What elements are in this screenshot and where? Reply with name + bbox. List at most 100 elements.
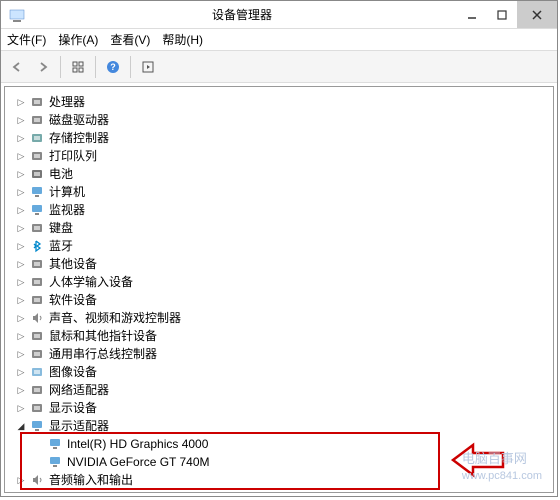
expand-icon[interactable]: ▷ (15, 240, 27, 252)
node-label: 磁盘驱动器 (49, 111, 109, 129)
help-button[interactable]: ? (101, 55, 125, 79)
expand-icon[interactable]: ▷ (15, 402, 27, 414)
node-label: 声音、视频和游戏控制器 (49, 309, 181, 327)
tree-content[interactable]: ▷处理器▷磁盘驱动器▷存储控制器▷打印队列▷电池▷计算机▷监视器▷键盘▷蓝牙▷其… (4, 86, 554, 493)
expand-icon[interactable]: ▷ (15, 330, 27, 342)
software-icon (29, 292, 45, 308)
tree-node[interactable]: ▷ 软件设备 (15, 291, 553, 309)
node-label: 其他设备 (49, 255, 97, 273)
node-label: 鼠标和其他指针设备 (49, 327, 157, 345)
title-bar: 设备管理器 (1, 1, 557, 29)
node-label: 图像设备 (49, 363, 97, 381)
view-button[interactable] (66, 55, 90, 79)
tree-node[interactable]: ▷ 键盘 (15, 219, 553, 237)
tree-node[interactable]: ▷ 计算机 (15, 183, 553, 201)
menu-help[interactable]: 帮助(H) (162, 31, 203, 48)
tree-node[interactable]: NVIDIA GeForce GT 740M (33, 453, 553, 471)
tree-node[interactable]: Intel(R) HD Graphics 4000 (33, 435, 553, 453)
printer-icon (29, 148, 45, 164)
keyboard-icon (29, 220, 45, 236)
node-label: 打印队列 (49, 147, 97, 165)
tree-node[interactable]: ▷ 存储控制器 (15, 129, 553, 147)
expand-icon[interactable]: ▷ (15, 348, 27, 360)
node-label: 计算机 (49, 183, 85, 201)
expand-icon[interactable]: ▷ (15, 204, 27, 216)
display-icon (47, 454, 63, 470)
forward-button[interactable] (31, 55, 55, 79)
tree-node[interactable]: ▷通用串行总线控制器 (15, 345, 553, 363)
audio-icon (29, 472, 45, 488)
window: 设备管理器 文件(F) 操作(A) 查看(V) 帮助(H) ? ▷处理器▷磁盘驱… (0, 0, 558, 497)
expand-icon (33, 456, 45, 468)
tree-node[interactable]: ▷ 鼠标和其他指针设备 (15, 327, 553, 345)
node-label: 音频输入和输出 (49, 471, 133, 489)
tree-node[interactable]: ▷ 其他设备 (15, 255, 553, 273)
expand-icon[interactable]: ▷ (15, 294, 27, 306)
menu-view[interactable]: 查看(V) (110, 31, 150, 48)
menu-action[interactable]: 操作(A) (58, 31, 98, 48)
minimize-button[interactable] (457, 1, 487, 28)
cpu-icon (29, 94, 45, 110)
tree-node[interactable]: ▷显示设备 (15, 399, 553, 417)
node-label: Intel(R) HD Graphics 4000 (67, 435, 208, 453)
expand-icon[interactable]: ▷ (15, 150, 27, 162)
tree-node[interactable]: ▷ 磁盘驱动器 (15, 111, 553, 129)
computer-icon (29, 184, 45, 200)
node-label: 键盘 (49, 219, 73, 237)
node-label: 电池 (49, 165, 73, 183)
other-icon (29, 256, 45, 272)
tree-node[interactable]: ▷ 人体学输入设备 (15, 273, 553, 291)
system-icon (7, 5, 27, 25)
collapse-icon[interactable]: ◢ (15, 420, 27, 432)
tree-node[interactable]: ▷ 打印队列 (15, 147, 553, 165)
node-label: 人体学输入设备 (49, 273, 133, 291)
maximize-button[interactable] (487, 1, 517, 28)
refresh-button[interactable] (136, 55, 160, 79)
expand-icon[interactable]: ▷ (15, 222, 27, 234)
bluetooth-icon (29, 238, 45, 254)
device-tree: ▷处理器▷磁盘驱动器▷存储控制器▷打印队列▷电池▷计算机▷监视器▷键盘▷蓝牙▷其… (15, 93, 553, 489)
expand-icon[interactable]: ▷ (15, 258, 27, 270)
expand-icon[interactable]: ▷ (15, 168, 27, 180)
tree-node[interactable]: ▷监视器 (15, 201, 553, 219)
node-label: 显示适配器 (49, 417, 109, 435)
usb-icon (29, 346, 45, 362)
tree-node[interactable]: ▷ 音频输入和输出 (15, 471, 553, 489)
tree-node[interactable]: ◢ 显示适配器 (15, 417, 553, 435)
storage-icon (29, 130, 45, 146)
expand-icon[interactable]: ▷ (15, 186, 27, 198)
window-buttons (457, 1, 557, 28)
node-label: 软件设备 (49, 291, 97, 309)
video-icon (29, 400, 45, 416)
display-icon (29, 418, 45, 434)
expand-icon[interactable]: ▷ (15, 366, 27, 378)
node-label: NVIDIA GeForce GT 740M (67, 453, 210, 471)
close-button[interactable] (517, 1, 557, 28)
monitor-icon (29, 202, 45, 218)
menu-bar: 文件(F) 操作(A) 查看(V) 帮助(H) (1, 29, 557, 51)
tree-node[interactable]: ▷处理器 (15, 93, 553, 111)
disk-icon (29, 112, 45, 128)
expand-icon[interactable]: ▷ (15, 114, 27, 126)
expand-icon[interactable]: ▷ (15, 312, 27, 324)
expand-icon[interactable]: ▷ (15, 132, 27, 144)
tree-node[interactable]: ▷ 声音、视频和游戏控制器 (15, 309, 553, 327)
back-button[interactable] (5, 55, 29, 79)
svg-text:?: ? (110, 62, 116, 72)
tree-node[interactable]: ▷ 网络适配器 (15, 381, 553, 399)
tree-node[interactable]: ▷ 蓝牙 (15, 237, 553, 255)
expand-icon[interactable]: ▷ (15, 276, 27, 288)
node-label: 网络适配器 (49, 381, 109, 399)
expand-icon[interactable]: ▷ (15, 474, 27, 486)
imaging-icon (29, 364, 45, 380)
expand-icon[interactable]: ▷ (15, 384, 27, 396)
tool-bar: ? (1, 51, 557, 83)
tree-node[interactable]: ▷ 图像设备 (15, 363, 553, 381)
expand-icon[interactable]: ▷ (15, 96, 27, 108)
expand-icon (33, 438, 45, 450)
node-label: 蓝牙 (49, 237, 73, 255)
node-label: 存储控制器 (49, 129, 109, 147)
menu-file[interactable]: 文件(F) (7, 31, 46, 48)
tree-node[interactable]: ▷ 电池 (15, 165, 553, 183)
display-icon (47, 436, 63, 452)
